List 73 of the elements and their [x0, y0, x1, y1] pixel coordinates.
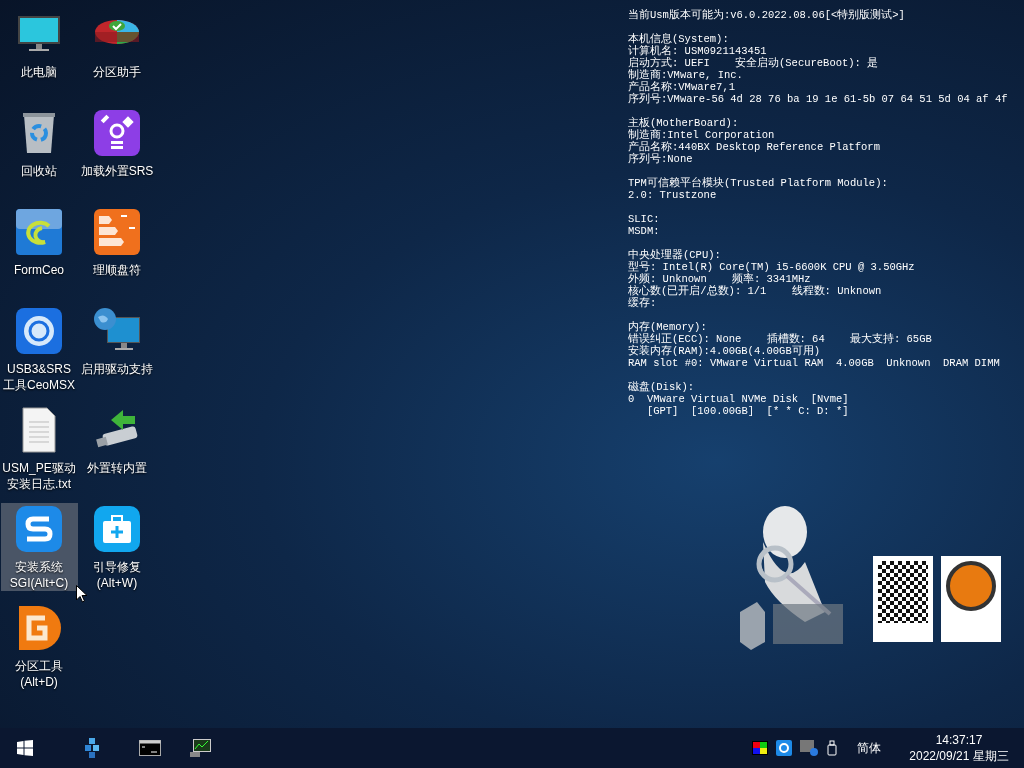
icon-label: 工具CeoMSX [3, 377, 75, 393]
info-line: TPM可信赖平台模块(Trusted Platform Module): [628, 177, 889, 189]
desktop-icon[interactable]: 引导修复 (Alt+W) [78, 503, 156, 591]
info-line: 缓存: [628, 297, 658, 309]
icon-label: SGI(Alt+C) [9, 575, 69, 591]
windows-start-icon[interactable] [17, 740, 33, 756]
info-line: 启动方式: UEFI 安全启动(SecureBoot): 是 [628, 57, 880, 69]
info-line: 产品名称:VMware7,1 [628, 81, 736, 93]
info-line: 当前Usm版本可能为:v6.0.2022.08.06[<特别版测试>] [628, 9, 906, 21]
info-line: 错误纠正(ECC): None 插槽数: 64 最大支持: 65GB [628, 333, 933, 345]
info-line: 产品名称:440BX Desktop Reference Platform [628, 141, 881, 153]
desktop-icon[interactable]: 启用驱动支持 [78, 305, 156, 393]
info-line: 中央处理器(CPU): [628, 249, 722, 261]
info-line: SLIC: [628, 213, 661, 225]
icon-label: 此电脑 [21, 64, 57, 80]
icon-label: 分区工具 [15, 658, 63, 674]
info-line: 计算机名: USM0921143451 [628, 45, 768, 57]
icon-label: 分区助手 [93, 64, 141, 80]
icon-label: 安装系统 [15, 559, 63, 575]
desktop-icon[interactable]: 分区助手 [78, 8, 156, 96]
clock-date[interactable]: 2022/09/21 星期三 [909, 748, 1009, 764]
icon-label: 加载外置SRS [80, 163, 154, 179]
info-line: [GPT] [100.00GB] [* * C: D: *] [645, 405, 850, 417]
info-line: 主板(MotherBoard): [628, 117, 740, 129]
desktop-icon[interactable]: FormCeo [0, 206, 78, 294]
clock-time[interactable]: 14:37:17 [935, 732, 983, 748]
desktop-icon[interactable]: 外置转内置 [78, 404, 156, 492]
swirl-logo-icon [15, 208, 63, 256]
info-line: 本机信息(System): [628, 33, 730, 45]
drive-letters-icon [93, 208, 141, 256]
first-aid-kit-icon [93, 505, 141, 553]
desktop-icon[interactable]: 安装系统 SGI(Alt+C) [0, 503, 78, 591]
info-line: 序列号:VMware-56 4d 28 76 ba 19 1e 61-5b 07 64 51 5d 04 af 4f [628, 93, 1008, 105]
icon-label: USB3&SRS [7, 361, 71, 377]
desktop-icon[interactable]: USB3&SRS 工具CeoMSX [0, 305, 78, 393]
desktop-icon[interactable]: 回收站 [0, 107, 78, 195]
icon-label: 回收站 [21, 163, 57, 179]
info-line: 磁盘(Disk): [628, 381, 696, 393]
icon-label: 外置转内置 [87, 460, 147, 476]
monitor-chart-icon[interactable] [190, 738, 212, 758]
input-language[interactable]: 简体 [857, 739, 881, 757]
info-line: 2.0: Trustzone [628, 189, 718, 201]
icon-label: 安装日志.txt [7, 476, 71, 492]
desktop-icon[interactable]: 分区工具 (Alt+D) [0, 602, 78, 690]
s-logo-icon [15, 505, 63, 553]
icon-label: (Alt+W) [96, 575, 138, 591]
icon-label: 引导修复 [93, 559, 141, 575]
firewire-icon [93, 109, 141, 157]
info-line: 内存(Memory): [628, 321, 708, 333]
info-line: 安装内存(RAM):4.00GB(4.00GB可用) [628, 345, 822, 357]
desktop-icon[interactable]: 此电脑 [0, 8, 78, 96]
color-palette-icon[interactable] [752, 741, 768, 755]
icon-label: (Alt+D) [20, 674, 58, 690]
mouse-cursor-icon [76, 585, 88, 603]
info-line: MSDM: [628, 225, 661, 237]
info-line: RAM slot #0: VMware Virtual RAM 4.00GB Unknown DRAM DIMM [628, 357, 1001, 369]
icon-label: USM_PE驱动 [2, 460, 76, 476]
terminal-icon[interactable] [139, 740, 161, 756]
icon-label: 理顺盘符 [93, 262, 141, 278]
info-line: 外频: Unknown 频率: 3341MHz [628, 273, 812, 285]
usb-drive-icon[interactable] [827, 740, 837, 756]
desktop-icon[interactable]: 理顺盘符 [78, 206, 156, 294]
info-line: 核心数(已开启/总数): 1/1 线程数: Unknown [628, 285, 883, 297]
icon-label: 启用驱动支持 [81, 361, 153, 377]
info-line: 制造商:VMware, Inc. [628, 69, 744, 81]
info-line: 0 VMware Virtual NVMe Disk [Nvme] [628, 393, 850, 405]
desktop-icon[interactable]: 加载外置SRS [78, 107, 156, 195]
icon-label: FormCeo [14, 262, 64, 278]
desktop-icon[interactable]: USM_PE驱动 安装日志.txt [0, 404, 78, 492]
info-line: 制造商:Intel Corporation [628, 129, 776, 141]
info-line: 序列号:None [628, 153, 694, 165]
cubes-icon[interactable] [83, 738, 101, 758]
info-line: 型号: Intel(R) Core(TM) i5-6600K CPU @ 3.50GHz [628, 261, 916, 273]
